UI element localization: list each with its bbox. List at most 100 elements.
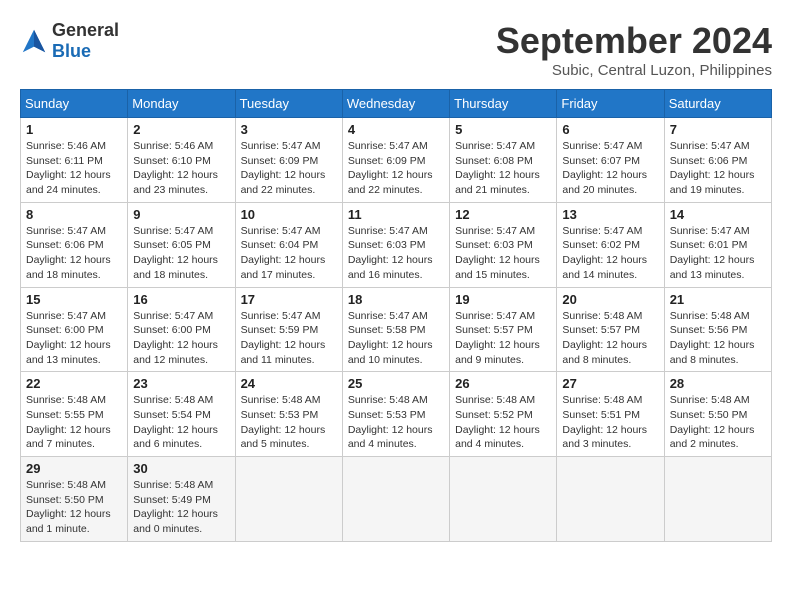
location-subtitle: Subic, Central Luzon, Philippines xyxy=(496,62,772,79)
day-number: 9 xyxy=(133,207,229,222)
month-title: September 2024 xyxy=(496,20,772,62)
day-number: 13 xyxy=(562,207,658,222)
calendar-cell xyxy=(557,457,664,542)
day-info: Sunrise: 5:48 AM Sunset: 5:57 PM Dayligh… xyxy=(562,309,658,368)
calendar-week-row: 1 Sunrise: 5:46 AM Sunset: 6:11 PM Daylig… xyxy=(21,118,772,203)
day-of-week-header: Monday xyxy=(128,90,235,118)
day-info: Sunrise: 5:47 AM Sunset: 6:06 PM Dayligh… xyxy=(26,224,122,283)
day-of-week-header: Wednesday xyxy=(342,90,449,118)
day-number: 29 xyxy=(26,461,122,476)
calendar-cell: 15 Sunrise: 5:47 AM Sunset: 6:00 PM Dayli… xyxy=(21,287,128,372)
day-of-week-header: Saturday xyxy=(664,90,771,118)
day-number: 1 xyxy=(26,122,122,137)
day-number: 3 xyxy=(241,122,337,137)
day-number: 30 xyxy=(133,461,229,476)
day-info: Sunrise: 5:46 AM Sunset: 6:11 PM Dayligh… xyxy=(26,139,122,198)
day-number: 26 xyxy=(455,376,551,391)
day-info: Sunrise: 5:46 AM Sunset: 6:10 PM Dayligh… xyxy=(133,139,229,198)
day-info: Sunrise: 5:47 AM Sunset: 5:59 PM Dayligh… xyxy=(241,309,337,368)
day-of-week-header: Sunday xyxy=(21,90,128,118)
calendar-week-row: 22 Sunrise: 5:48 AM Sunset: 5:55 PM Dayli… xyxy=(21,372,772,457)
calendar-cell: 23Sunrise: 5:48 AM Sunset: 5:54 PM Dayli… xyxy=(128,372,235,457)
day-number: 10 xyxy=(241,207,337,222)
day-number: 14 xyxy=(670,207,766,222)
calendar-cell: 17Sunrise: 5:47 AM Sunset: 5:59 PM Dayli… xyxy=(235,287,342,372)
day-info: Sunrise: 5:48 AM Sunset: 5:50 PM Dayligh… xyxy=(26,478,122,537)
day-info: Sunrise: 5:48 AM Sunset: 5:53 PM Dayligh… xyxy=(241,393,337,452)
day-info: Sunrise: 5:47 AM Sunset: 6:08 PM Dayligh… xyxy=(455,139,551,198)
calendar-cell: 4 Sunrise: 5:47 AM Sunset: 6:09 PM Daylig… xyxy=(342,118,449,203)
day-info: Sunrise: 5:47 AM Sunset: 5:57 PM Dayligh… xyxy=(455,309,551,368)
day-number: 4 xyxy=(348,122,444,137)
calendar-cell: 29 Sunrise: 5:48 AM Sunset: 5:50 PM Dayli… xyxy=(21,457,128,542)
calendar-header-row: SundayMondayTuesdayWednesdayThursdayFrid… xyxy=(21,90,772,118)
day-info: Sunrise: 5:47 AM Sunset: 6:06 PM Dayligh… xyxy=(670,139,766,198)
calendar-cell: 2 Sunrise: 5:46 AM Sunset: 6:10 PM Daylig… xyxy=(128,118,235,203)
calendar-cell: 21 Sunrise: 5:48 AM Sunset: 5:56 PM Dayli… xyxy=(664,287,771,372)
day-of-week-header: Thursday xyxy=(450,90,557,118)
day-number: 24 xyxy=(241,376,337,391)
calendar-cell: 7Sunrise: 5:47 AM Sunset: 6:06 PM Daylig… xyxy=(664,118,771,203)
day-number: 6 xyxy=(562,122,658,137)
calendar-cell: 28 Sunrise: 5:48 AM Sunset: 5:50 PM Dayli… xyxy=(664,372,771,457)
day-info: Sunrise: 5:47 AM Sunset: 6:09 PM Dayligh… xyxy=(241,139,337,198)
day-number: 2 xyxy=(133,122,229,137)
calendar-cell: 1 Sunrise: 5:46 AM Sunset: 6:11 PM Daylig… xyxy=(21,118,128,203)
calendar-cell: 16Sunrise: 5:47 AM Sunset: 6:00 PM Dayli… xyxy=(128,287,235,372)
day-info: Sunrise: 5:47 AM Sunset: 6:01 PM Dayligh… xyxy=(670,224,766,283)
day-number: 5 xyxy=(455,122,551,137)
calendar-cell xyxy=(664,457,771,542)
day-number: 12 xyxy=(455,207,551,222)
day-number: 11 xyxy=(348,207,444,222)
day-number: 18 xyxy=(348,292,444,307)
day-info: Sunrise: 5:47 AM Sunset: 6:07 PM Dayligh… xyxy=(562,139,658,198)
calendar-cell: 10 Sunrise: 5:47 AM Sunset: 6:04 PM Dayli… xyxy=(235,202,342,287)
calendar-cell: 9 Sunrise: 5:47 AM Sunset: 6:05 PM Daylig… xyxy=(128,202,235,287)
calendar-cell: 27 Sunrise: 5:48 AM Sunset: 5:51 PM Dayli… xyxy=(557,372,664,457)
calendar-cell: 20 Sunrise: 5:48 AM Sunset: 5:57 PM Dayli… xyxy=(557,287,664,372)
calendar-cell: 24 Sunrise: 5:48 AM Sunset: 5:53 PM Dayli… xyxy=(235,372,342,457)
day-number: 15 xyxy=(26,292,122,307)
day-info: Sunrise: 5:48 AM Sunset: 5:50 PM Dayligh… xyxy=(670,393,766,452)
calendar-cell: 25Sunrise: 5:48 AM Sunset: 5:53 PM Dayli… xyxy=(342,372,449,457)
calendar-cell: 8 Sunrise: 5:47 AM Sunset: 6:06 PM Daylig… xyxy=(21,202,128,287)
day-info: Sunrise: 5:48 AM Sunset: 5:56 PM Dayligh… xyxy=(670,309,766,368)
day-info: Sunrise: 5:47 AM Sunset: 6:04 PM Dayligh… xyxy=(241,224,337,283)
day-number: 20 xyxy=(562,292,658,307)
day-number: 27 xyxy=(562,376,658,391)
logo: General Blue xyxy=(20,20,119,62)
calendar-week-row: 29 Sunrise: 5:48 AM Sunset: 5:50 PM Dayli… xyxy=(21,457,772,542)
page-header: General Blue September 2024 Subic, Centr… xyxy=(20,20,772,79)
day-info: Sunrise: 5:47 AM Sunset: 6:00 PM Dayligh… xyxy=(133,309,229,368)
day-number: 25 xyxy=(348,376,444,391)
day-info: Sunrise: 5:48 AM Sunset: 5:51 PM Dayligh… xyxy=(562,393,658,452)
calendar-week-row: 8 Sunrise: 5:47 AM Sunset: 6:06 PM Daylig… xyxy=(21,202,772,287)
calendar-cell: 12Sunrise: 5:47 AM Sunset: 6:03 PM Dayli… xyxy=(450,202,557,287)
calendar-cell: 6 Sunrise: 5:47 AM Sunset: 6:07 PM Daylig… xyxy=(557,118,664,203)
calendar-cell: 18 Sunrise: 5:47 AM Sunset: 5:58 PM Dayli… xyxy=(342,287,449,372)
day-info: Sunrise: 5:47 AM Sunset: 6:03 PM Dayligh… xyxy=(348,224,444,283)
calendar-cell: 3 Sunrise: 5:47 AM Sunset: 6:09 PM Daylig… xyxy=(235,118,342,203)
calendar-cell: 19 Sunrise: 5:47 AM Sunset: 5:57 PM Dayli… xyxy=(450,287,557,372)
calendar-table: SundayMondayTuesdayWednesdayThursdayFrid… xyxy=(20,89,772,542)
day-number: 19 xyxy=(455,292,551,307)
day-number: 22 xyxy=(26,376,122,391)
day-number: 28 xyxy=(670,376,766,391)
calendar-cell: 14 Sunrise: 5:47 AM Sunset: 6:01 PM Dayli… xyxy=(664,202,771,287)
calendar-cell: 13Sunrise: 5:47 AM Sunset: 6:02 PM Dayli… xyxy=(557,202,664,287)
day-of-week-header: Friday xyxy=(557,90,664,118)
logo-general-text: General xyxy=(52,20,119,40)
day-number: 8 xyxy=(26,207,122,222)
calendar-week-row: 15 Sunrise: 5:47 AM Sunset: 6:00 PM Dayli… xyxy=(21,287,772,372)
title-area: September 2024 Subic, Central Luzon, Phi… xyxy=(496,20,772,79)
day-number: 23 xyxy=(133,376,229,391)
day-number: 21 xyxy=(670,292,766,307)
logo-blue-text: Blue xyxy=(52,41,91,61)
day-info: Sunrise: 5:47 AM Sunset: 6:05 PM Dayligh… xyxy=(133,224,229,283)
day-info: Sunrise: 5:47 AM Sunset: 5:58 PM Dayligh… xyxy=(348,309,444,368)
calendar-cell xyxy=(342,457,449,542)
day-info: Sunrise: 5:47 AM Sunset: 6:00 PM Dayligh… xyxy=(26,309,122,368)
calendar-cell: 26Sunrise: 5:48 AM Sunset: 5:52 PM Dayli… xyxy=(450,372,557,457)
day-info: Sunrise: 5:48 AM Sunset: 5:55 PM Dayligh… xyxy=(26,393,122,452)
day-info: Sunrise: 5:47 AM Sunset: 6:09 PM Dayligh… xyxy=(348,139,444,198)
